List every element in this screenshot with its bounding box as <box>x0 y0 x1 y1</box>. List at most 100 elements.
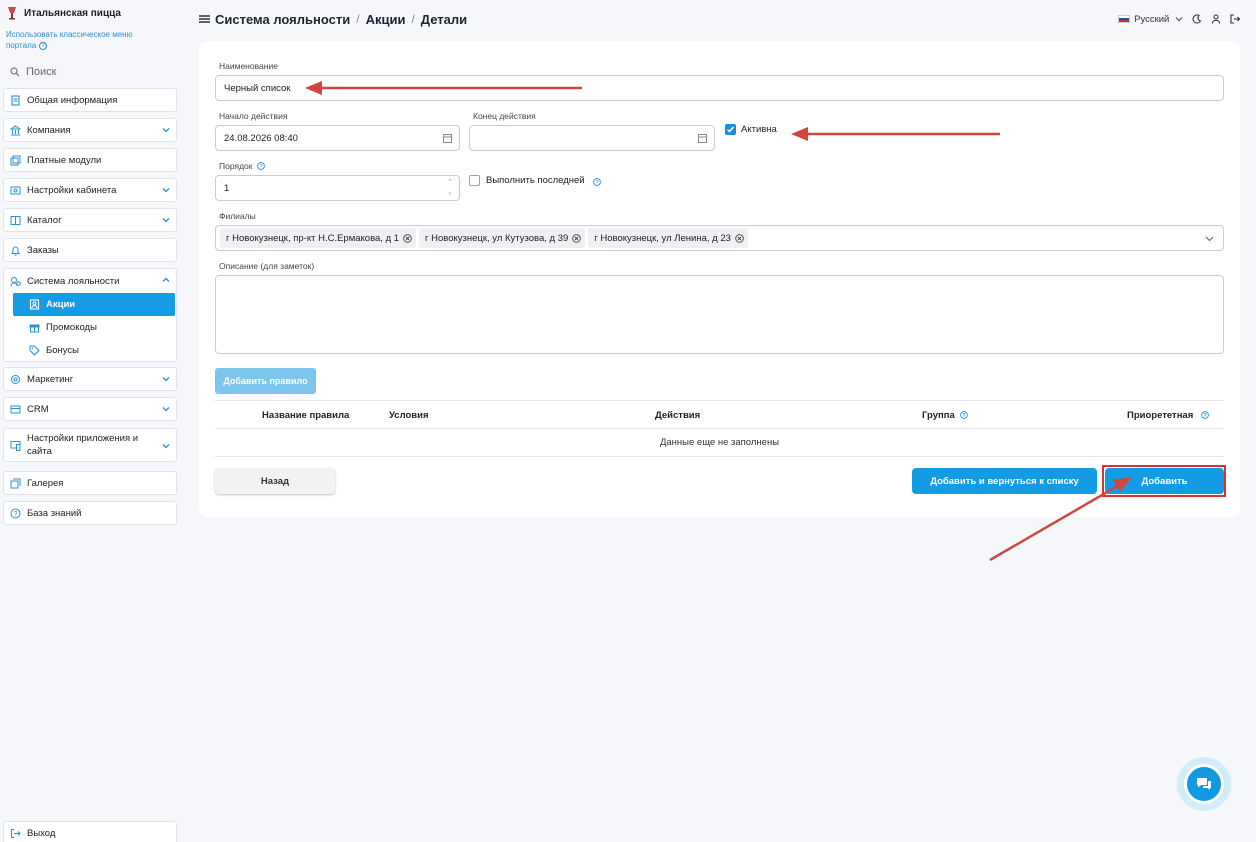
chevron-down-icon <box>162 218 170 223</box>
breadcrumb-promotions[interactable]: Акции <box>366 12 406 27</box>
sidebar-item-gallery[interactable]: Галерея <box>3 471 177 495</box>
moon-icon[interactable] <box>1192 14 1202 24</box>
branch-chip-label: г Новокузнецк, ул Кутузова, д 39 <box>425 232 569 244</box>
sidebar-item-app-settings[interactable]: Настройки приложения и сайта <box>3 428 177 462</box>
start-date-input[interactable]: 24.08.2026 08:40 <box>215 125 460 151</box>
sidebar-subitem-label: Бонусы <box>46 345 79 356</box>
logout-icon[interactable] <box>1230 14 1240 24</box>
sidebar-item-orders[interactable]: Заказы <box>3 238 177 262</box>
sidebar-subitem-label: Промокоды <box>46 322 97 333</box>
gallery-icon <box>10 478 21 488</box>
tag-icon <box>29 345 40 356</box>
name-value: Черный список <box>224 82 291 94</box>
chevron-down-icon <box>162 444 170 449</box>
search-placeholder: Поиск <box>26 66 57 78</box>
sidebar-item-label: Галерея <box>27 477 64 489</box>
flag-icon <box>1118 14 1131 23</box>
sidebar-item-general[interactable]: Общая информация <box>3 88 177 112</box>
add-rule-button[interactable]: Добавить правило <box>215 368 316 394</box>
chevron-down-icon[interactable] <box>1205 234 1214 243</box>
help-circle-icon: ? <box>10 508 21 518</box>
order-label: Порядок <box>219 161 253 171</box>
promotion-form-card: Наименование Черный список Начало действ… <box>199 41 1240 517</box>
description-label: Описание (для заметок) <box>219 261 315 271</box>
chevron-down-icon <box>162 407 170 412</box>
calendar-icon[interactable] <box>443 133 452 143</box>
sidebar-item-catalog[interactable]: Каталог <box>3 208 177 232</box>
add-and-return-button[interactable]: Добавить и вернуться к списку <box>912 468 1097 494</box>
sidebar-item-label: Каталог <box>27 214 62 226</box>
bell-icon <box>11 246 20 255</box>
sidebar-subitem-label: Акции <box>46 299 76 310</box>
brand[interactable]: Итальянская пицца <box>6 6 121 20</box>
help-icon[interactable]: ? <box>593 178 601 186</box>
sidebar-item-cabinet-settings[interactable]: Настройки кабинета <box>3 178 177 202</box>
user-icon[interactable] <box>1211 14 1221 24</box>
svg-text:?: ? <box>14 511 18 518</box>
sidebar-item-label: CRM <box>27 403 49 415</box>
order-value: 1 <box>224 182 230 194</box>
branch-chip-label: г Новокузнецк, пр-кт Н.С.Ермакова, д 1 <box>226 232 400 244</box>
active-checkbox[interactable] <box>725 124 736 135</box>
settings-icon <box>10 186 21 194</box>
sidebar-subitem-promotions[interactable]: Акции <box>13 293 175 316</box>
stepper-down-icon[interactable]: ⌄ <box>447 189 453 197</box>
classic-menu-label: Использовать классическое меню портала <box>6 30 133 50</box>
calendar-icon[interactable] <box>698 133 707 143</box>
branches-label: Филиалы <box>219 211 256 221</box>
sidebar-subitem-promocodes[interactable]: Промокоды <box>13 316 175 339</box>
breadcrumb-loyalty[interactable]: Система лояльности <box>215 12 350 27</box>
sidebar-item-marketing[interactable]: Маркетинг <box>3 367 177 391</box>
back-button[interactable]: Назад <box>215 468 335 494</box>
remove-icon[interactable] <box>403 233 412 243</box>
marketing-icon <box>11 374 20 384</box>
run-last-checkbox[interactable] <box>469 175 480 186</box>
logout-label: Выход <box>27 827 56 839</box>
end-date-input[interactable] <box>469 125 715 151</box>
sidebar-item-label: Система лояльности <box>27 275 120 287</box>
help-icon: ? <box>39 41 48 50</box>
branch-chip: г Новокузнецк, ул Ленина, д 23 <box>588 228 748 248</box>
branch-chip: г Новокузнецк, пр-кт Н.С.Ермакова, д 1 <box>220 228 417 248</box>
branches-select[interactable]: г Новокузнецк, пр-кт Н.С.Ермакова, д 1 г… <box>215 225 1224 251</box>
help-icon[interactable]: ? <box>1201 411 1209 419</box>
search-input[interactable]: Поиск <box>4 61 176 83</box>
sidebar-group-loyalty: Система лояльности Акции Промокоды Бонус… <box>3 268 177 362</box>
sidebar-item-modules[interactable]: Платные модули <box>3 148 177 172</box>
language-label: Русский <box>1134 13 1170 25</box>
table-header: Название правила Условия Действия Группа… <box>215 400 1224 429</box>
stepper[interactable]: ⌃ ⌄ <box>447 179 453 197</box>
start-date-value: 24.08.2026 08:40 <box>224 132 298 144</box>
sidebar-item-loyalty[interactable]: Система лояльности <box>4 269 176 293</box>
logout-button[interactable]: Выход <box>3 821 177 842</box>
help-icon[interactable]: ? <box>257 162 265 170</box>
menu-icon[interactable] <box>199 14 210 24</box>
column-group: Группа <box>922 410 955 421</box>
sidebar-subitem-bonuses[interactable]: Бонусы <box>13 339 175 362</box>
end-date-label: Конец действия <box>473 111 536 121</box>
sidebar-item-label: Настройки кабинета <box>27 184 117 196</box>
help-icon[interactable]: ? <box>960 411 968 419</box>
classic-menu-link[interactable]: Использовать классическое меню портала? <box>6 29 156 51</box>
document-icon <box>11 94 20 106</box>
remove-icon[interactable] <box>572 233 582 243</box>
chevron-up-icon <box>162 277 170 282</box>
loyalty-icon <box>10 276 21 286</box>
promo-icon <box>29 299 40 310</box>
order-input[interactable]: 1 ⌃ ⌄ <box>215 175 460 201</box>
sidebar-item-company[interactable]: Компания <box>3 118 177 142</box>
name-label: Наименование <box>219 61 278 71</box>
name-input[interactable]: Черный список <box>215 75 1224 101</box>
sidebar-item-crm[interactable]: CRM <box>3 397 177 421</box>
chat-button[interactable] <box>1177 757 1231 811</box>
app-settings-icon <box>10 440 21 451</box>
language-select[interactable]: Русский <box>1118 14 1183 25</box>
sidebar-item-label: Компания <box>27 124 71 136</box>
description-textarea[interactable] <box>215 275 1224 354</box>
breadcrumb-separator: / <box>411 12 415 26</box>
crm-icon <box>10 405 21 413</box>
remove-icon[interactable] <box>735 233 744 243</box>
stepper-up-icon[interactable]: ⌃ <box>447 179 453 187</box>
chevron-down-icon <box>162 128 170 133</box>
sidebar-item-knowledge-base[interactable]: ? База знаний <box>3 501 177 525</box>
